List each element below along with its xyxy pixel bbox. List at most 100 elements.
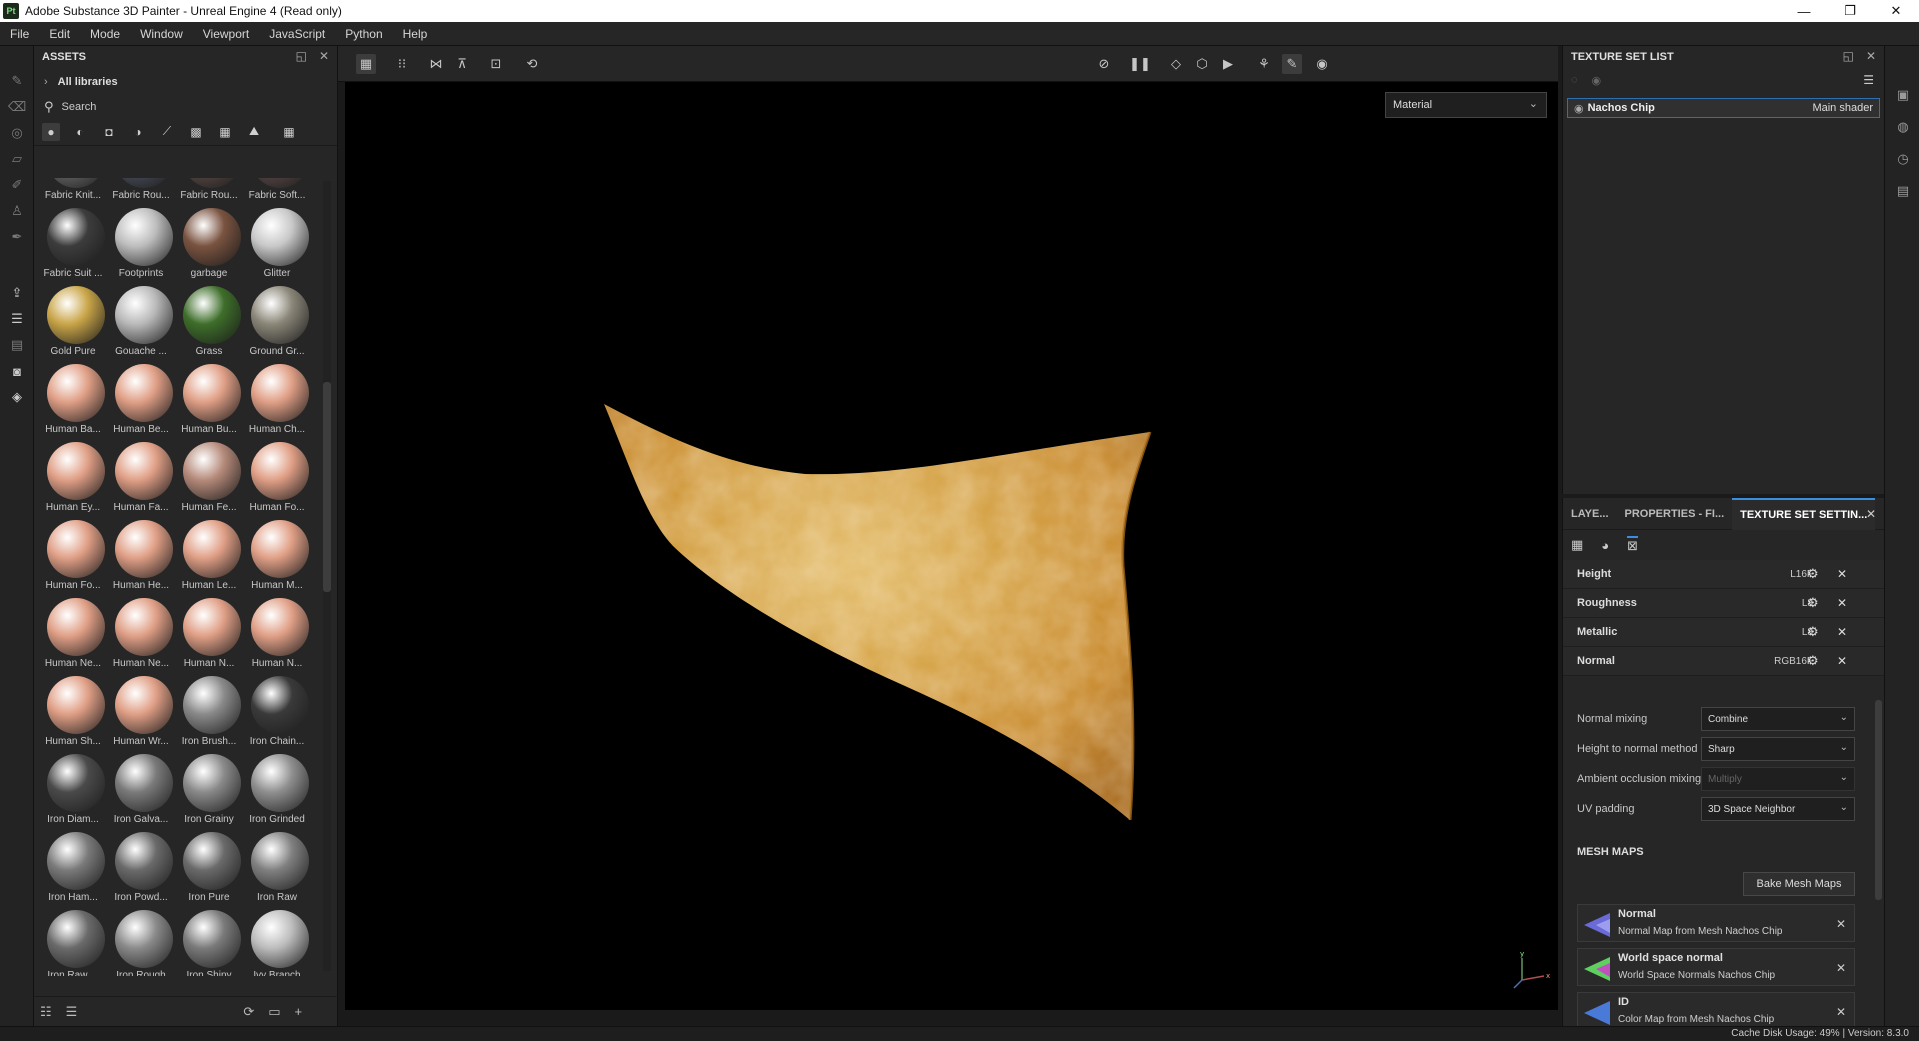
asset-tile[interactable]: Human Ba...: [38, 362, 105, 440]
symmetry-icon[interactable]: ⋈: [426, 54, 446, 74]
mesh-icon[interactable]: ⊠: [1627, 536, 1639, 554]
grid-snap-icon[interactable]: ▦: [356, 54, 376, 74]
gear-icon[interactable]: ⚙: [1807, 624, 1819, 640]
mesh-map-world-space-normal[interactable]: World space normal World Space Normals N…: [1577, 948, 1855, 986]
add-icon[interactable]: +: [295, 1004, 303, 1019]
filter-particles-icon[interactable]: ▩: [187, 123, 205, 141]
history-icon[interactable]: ⟲: [522, 54, 542, 74]
log-icon[interactable]: ▤: [1894, 182, 1912, 200]
asset-tile[interactable]: Iron Raw: [242, 830, 309, 908]
iray-icon[interactable]: ⚘: [1254, 54, 1274, 74]
asset-tile[interactable]: Iron Powd...: [106, 830, 173, 908]
asset-tile[interactable]: Human N...: [174, 596, 241, 674]
gear-icon[interactable]: ⚙: [1807, 595, 1819, 611]
asset-tile[interactable]: Grass: [174, 284, 241, 362]
asset-tile[interactable]: Ground Gr...: [242, 284, 309, 362]
asset-tile[interactable]: Human Be...: [106, 362, 173, 440]
asset-tile[interactable]: Human Fo...: [242, 440, 309, 518]
menu-javascript[interactable]: JavaScript: [259, 27, 335, 41]
refresh-icon[interactable]: ⟳: [243, 1004, 254, 1020]
asset-tile[interactable]: Human Fe...: [174, 440, 241, 518]
filter-smart-materials-icon[interactable]: ◐: [71, 123, 89, 141]
asset-tile[interactable]: Iron Chain...: [242, 674, 309, 752]
properties-scrollbar[interactable]: [1875, 700, 1882, 900]
mesh-map-normal[interactable]: Normal Normal Map from Mesh Nachos Chip …: [1577, 904, 1855, 942]
assets-scrollbar-thumb[interactable]: [323, 382, 331, 592]
texture-set-item[interactable]: ◉ Nachos Chip Main shader: [1567, 98, 1880, 118]
asset-tile[interactable]: Human Wr...: [106, 674, 173, 752]
assets-search[interactable]: ⚲ Search: [34, 96, 337, 118]
asset-tile[interactable]: Human Fo...: [38, 518, 105, 596]
tiling-icon[interactable]: ⁝⁝: [392, 54, 412, 74]
remove-icon[interactable]: ✕: [1836, 1005, 1846, 1019]
history-icon[interactable]: ◷: [1894, 150, 1912, 168]
remove-icon[interactable]: ✕: [1837, 596, 1847, 610]
filter-environments-icon[interactable]: ⛰: [245, 123, 263, 141]
baking-icon[interactable]: ◙: [8, 362, 26, 380]
channel-format[interactable]: RGB16F: [1753, 656, 1813, 667]
asset-tile[interactable]: Human Ne...: [106, 596, 173, 674]
pause-icon[interactable]: ❚❚: [1129, 54, 1151, 74]
asset-tile[interactable]: Gouache ...: [106, 284, 173, 362]
asset-tile[interactable]: Ivy Branch: [242, 908, 309, 976]
asset-tile[interactable]: Iron Raw ...: [38, 908, 105, 976]
asset-tile[interactable]: Iron Shiny: [174, 908, 241, 976]
close-icon[interactable]: ✕: [1866, 507, 1876, 521]
smudge-icon[interactable]: ✐: [8, 176, 26, 194]
tab-layers[interactable]: LAYE...: [1563, 498, 1617, 530]
details-view-icon[interactable]: ☰: [66, 1004, 78, 1020]
asset-tile[interactable]: Fabric Suit ...: [38, 206, 105, 284]
hide-uv-icon[interactable]: ⊘: [1094, 54, 1114, 74]
camera-icon[interactable]: ▶: [1218, 54, 1238, 74]
channel-format[interactable]: L8: [1753, 627, 1813, 638]
remove-icon[interactable]: ✕: [1836, 961, 1846, 975]
visibility-off-icon[interactable]: ◌: [1571, 74, 1578, 86]
asset-tile[interactable]: Human Ne...: [38, 596, 105, 674]
grid-view-icon[interactable]: ▦: [280, 123, 298, 141]
eye-icon[interactable]: ◉: [1574, 102, 1584, 115]
mesh-map-id[interactable]: ID Color Map from Mesh Nachos Chip ✕: [1577, 992, 1855, 1030]
gear-icon[interactable]: ⚙: [1807, 653, 1819, 669]
menu-window[interactable]: Window: [130, 27, 193, 41]
remove-icon[interactable]: ✕: [1837, 654, 1847, 668]
bake-mesh-maps-button[interactable]: Bake Mesh Maps: [1743, 872, 1855, 896]
close-button[interactable]: ✕: [1873, 0, 1919, 22]
shader-settings-icon[interactable]: ◍: [1894, 118, 1912, 136]
align-icon[interactable]: ⊼: [452, 54, 472, 74]
menu-file[interactable]: File: [0, 27, 39, 41]
asset-tile[interactable]: Fabric Rou...: [174, 178, 241, 206]
close-icon[interactable]: ✕: [319, 49, 329, 63]
tab-texture-set-settings[interactable]: TEXTURE SET SETTIN...: [1732, 497, 1876, 530]
minimize-button[interactable]: —: [1781, 0, 1827, 22]
asset-tile[interactable]: Iron Brush...: [174, 674, 241, 752]
asset-tile[interactable]: Iron Ham...: [38, 830, 105, 908]
asset-tile[interactable]: Iron Grainy: [174, 752, 241, 830]
filter-textures-icon[interactable]: ▦: [216, 123, 234, 141]
asset-tile[interactable]: Human N...: [242, 596, 309, 674]
asset-tile[interactable]: Human He...: [106, 518, 173, 596]
export-icon[interactable]: ⇪: [8, 284, 26, 302]
texture-set-icon[interactable]: ▣: [1894, 86, 1912, 104]
folder-icon[interactable]: ▭: [268, 1004, 280, 1020]
screenshot-icon[interactable]: ◉: [1312, 54, 1332, 74]
uv-padding-select[interactable]: 3D Space Neighbor ⌄: [1701, 797, 1855, 821]
asset-tile[interactable]: Human Bu...: [174, 362, 241, 440]
menu-viewport[interactable]: Viewport: [193, 27, 259, 41]
filter-materials-icon[interactable]: ●: [42, 122, 60, 141]
menu-icon[interactable]: ☰: [1863, 73, 1874, 87]
channel-row[interactable]: Normal RGB16F ⚙ ✕: [1563, 647, 1884, 676]
remove-icon[interactable]: ✕: [1837, 567, 1847, 581]
undock-icon[interactable]: ◱: [1843, 49, 1854, 63]
asset-tile[interactable]: Iron Diam...: [38, 752, 105, 830]
display-settings-icon[interactable]: ◈: [8, 388, 26, 406]
filter-smart-masks-icon[interactable]: ◘: [100, 123, 118, 141]
3d-view-icon[interactable]: ⬡: [1192, 54, 1212, 74]
asset-tile[interactable]: Iron Rough: [106, 908, 173, 976]
asset-tile[interactable]: Fabric Rou...: [106, 178, 173, 206]
eraser-icon[interactable]: ⌫: [8, 98, 26, 116]
gear-icon[interactable]: ⚙: [1807, 566, 1819, 582]
asset-tile[interactable]: Human Fa...: [106, 440, 173, 518]
channel-row[interactable]: Metallic L8 ⚙ ✕: [1563, 618, 1884, 647]
remove-icon[interactable]: ✕: [1836, 917, 1846, 931]
polygon-fill-icon[interactable]: ▱: [8, 150, 26, 168]
